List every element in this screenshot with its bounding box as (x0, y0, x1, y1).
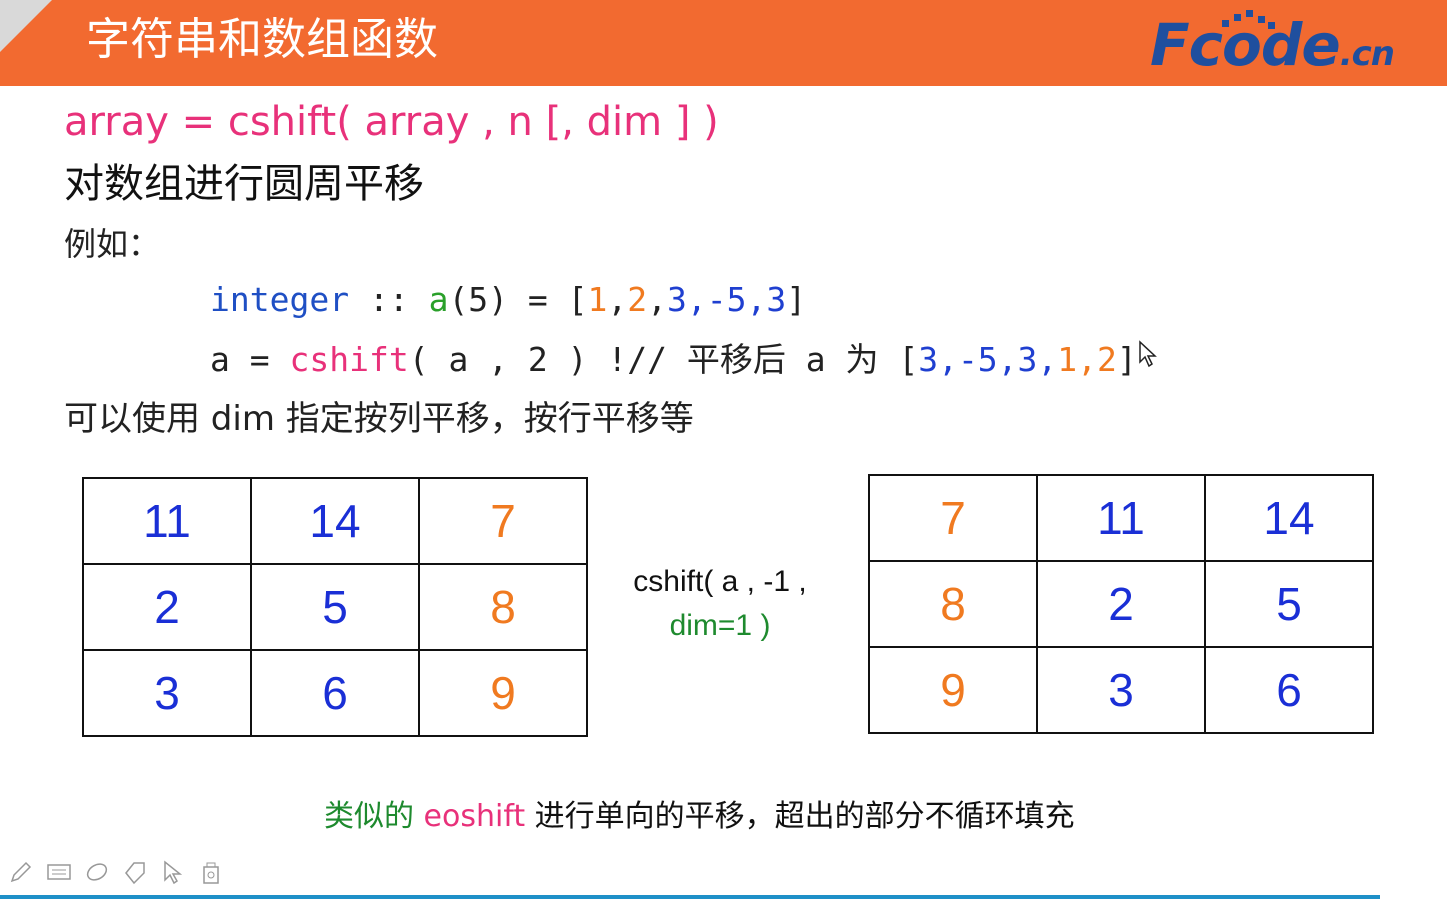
grid-cell: 3 (1036, 646, 1206, 734)
grid-cell: 14 (1204, 474, 1374, 562)
original-array-grid: 11 14 7 2 5 8 3 6 9 (82, 477, 588, 737)
slide-header: 字符串和数组函数 Fcode.cn (0, 0, 1447, 86)
grid-cell: 9 (418, 649, 588, 737)
code-value: , (607, 280, 628, 319)
mouse-cursor-icon (1139, 340, 1157, 368)
pen-icon[interactable] (8, 859, 34, 885)
code-line-declaration: integer :: a(5) = [1,2,3,-5,3] (210, 280, 807, 319)
grid-row: 825 (868, 560, 1374, 648)
grid-cell: 11 (1036, 474, 1206, 562)
header-corner-decoration (0, 0, 52, 52)
code-value: 1 (587, 280, 608, 319)
code-value: , (647, 280, 668, 319)
grid-cell: 5 (250, 563, 420, 651)
grid-cell: 2 (1036, 560, 1206, 648)
grid-cell: 11 (82, 477, 252, 565)
code-value: 2 (627, 280, 648, 319)
grid-row: 258 (82, 563, 588, 651)
grid-cell: 7 (418, 477, 588, 565)
grid-row: 7 11 14 (868, 474, 1374, 562)
grid-row: 11 14 7 (82, 477, 588, 565)
camera-icon[interactable] (198, 859, 224, 885)
eoshift-note: 类似的 eoshift 进行单向的平移，超出的部分不循环填充 (324, 799, 1075, 834)
progress-line (0, 895, 1380, 899)
grid-cell: 9 (868, 646, 1038, 734)
function-syntax: array = cshift( array , n [, dim ] ) (64, 99, 719, 145)
grid-cell: 6 (1204, 646, 1374, 734)
code-line-cshift: a = cshift( a , 2 ) !// 平移后 a 为 [3,-5,3,… (210, 340, 1137, 379)
function-description: 对数组进行圆周平移 (64, 161, 424, 207)
shifted-array-grid: 7 11 14 8 2 5 9 3 6 (868, 474, 1374, 734)
fcode-logo: Fcode.cn (1150, 10, 1442, 80)
grid-cell: 3 (82, 649, 252, 737)
eraser-icon[interactable] (84, 859, 110, 885)
operation-line-1: cshift( a , -1 , (633, 565, 807, 598)
grid-cell: 8 (868, 560, 1038, 648)
code-value: 3 (766, 280, 787, 319)
code-value: 3 (667, 280, 687, 319)
grid-cell: 5 (1204, 560, 1374, 648)
grid-cell: 7 (868, 474, 1038, 562)
operation-label: cshift( a , -1 , dim=1 ) (600, 560, 840, 648)
logo-text: Fcode.cn (1150, 11, 1395, 79)
grid-row: 936 (868, 646, 1374, 734)
keyboard-icon[interactable] (46, 859, 72, 885)
operation-line-2: dim=1 ) (669, 609, 771, 642)
code-value: ,-5, (686, 280, 767, 319)
presentation-toolbar (8, 854, 224, 890)
grid-cell: 14 (250, 477, 420, 565)
grid-cell: 8 (418, 563, 588, 651)
dim-usage-note: 可以使用 dim 指定按列平移，按行平移等 (64, 399, 694, 439)
code-value: 3,-5,3, (918, 340, 1058, 379)
pointer-icon[interactable] (160, 859, 186, 885)
example-label: 例如： (64, 225, 161, 263)
grid-cell: 6 (250, 649, 420, 737)
slide-title: 字符串和数组函数 (86, 14, 438, 65)
tag-icon[interactable] (122, 859, 148, 885)
code-value: 1,2 (1057, 340, 1117, 379)
grid-cell: 2 (82, 563, 252, 651)
grid-row: 369 (82, 649, 588, 737)
